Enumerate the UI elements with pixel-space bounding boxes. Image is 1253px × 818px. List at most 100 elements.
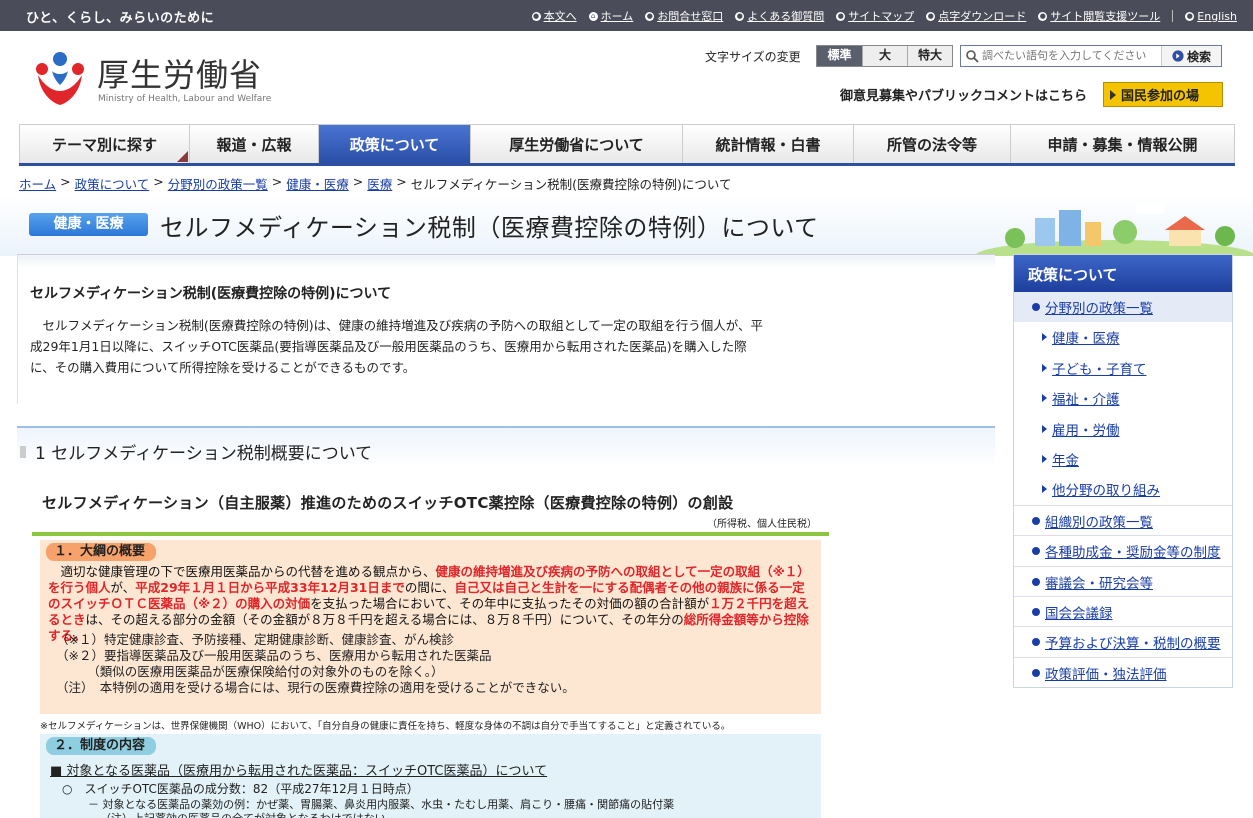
- bullet-icon: ●: [1185, 11, 1195, 21]
- sidebar-item-diet-records[interactable]: 国会会議録: [1014, 596, 1232, 626]
- breadcrumb-home[interactable]: ホーム: [19, 174, 56, 193]
- triangle-bullet-icon: [1042, 333, 1047, 341]
- faq-link[interactable]: ● よくある御質問: [735, 8, 824, 24]
- nav-press-label: 報道・広報: [216, 135, 292, 154]
- nav-policy-label: 政策について: [349, 135, 440, 154]
- circle-bullet-icon: [1032, 546, 1040, 555]
- triangle-bullet-icon: [1042, 485, 1047, 493]
- sidebar-item-grants[interactable]: 各種助成金・奨励金等の制度: [1014, 535, 1232, 565]
- breadcrumb-health[interactable]: 健康・医療: [286, 174, 349, 193]
- sidebar-item-budget[interactable]: 予算および決算・税制の概要: [1014, 626, 1232, 656]
- sidebar-heading[interactable]: 政策について: [1014, 255, 1232, 292]
- intro-paragraph: セルフメディケーション税制(医療費控除の特例)は、健康の維持増進及び疾病の予防へ…: [30, 318, 764, 375]
- breadcrumb-medical[interactable]: 医療: [367, 174, 392, 193]
- breadcrumb-current: セルフメディケーション税制(医療費控除の特例)について: [410, 177, 732, 192]
- circle-bullet-icon: [1032, 577, 1040, 586]
- font-size-standard-button[interactable]: 標準: [817, 46, 862, 66]
- bullet-icon: ●: [926, 11, 936, 21]
- circle-bullet-icon: [1032, 668, 1040, 677]
- public-comment-text: 御意見募集やパブリックコメントはこちら: [840, 89, 1088, 104]
- nav-press[interactable]: 報道・広報: [189, 124, 318, 163]
- nav-statistics[interactable]: 統計情報・白書: [682, 124, 853, 163]
- nav-applications-label: 申請・募集・情報公開: [1047, 135, 1198, 154]
- figure-title: セルフメディケーション（自主服薬）推進のためのスイッチOTC薬控除（医療費控除の…: [42, 494, 734, 512]
- sidebar-item-pension[interactable]: 年金: [1014, 444, 1232, 474]
- home-link[interactable]: ⌂ ホーム: [588, 8, 633, 24]
- font-size-label: 文字サイズの変更: [705, 50, 801, 64]
- sidebar-item-policy-list[interactable]: 分野別の政策一覧: [1014, 292, 1232, 322]
- sidebar-item-employment[interactable]: 雇用・労働: [1014, 414, 1232, 444]
- overview-figure: セルフメディケーション（自主服薬）推進のためのスイッチOTC薬控除（医療費控除の…: [32, 482, 829, 818]
- sidebar-item-by-organization[interactable]: 組織別の政策一覧: [1014, 505, 1232, 535]
- public-participation-button[interactable]: 国民参加の場: [1103, 82, 1223, 107]
- figure-subtitle: （所得税、個人住民税）: [707, 519, 817, 530]
- site-logo-text: 厚生労働省: [97, 56, 263, 94]
- bullet-icon: ●: [836, 11, 846, 21]
- town-illustration-icon: [975, 204, 1253, 256]
- outline-box: １．大綱の概要 適切な健康管理の下で医療用医薬品からの代替を進める観点から、健康…: [40, 540, 821, 714]
- circle-bullet-icon: [1032, 516, 1040, 525]
- sidebar-item-welfare[interactable]: 福祉・介護: [1014, 383, 1232, 413]
- nav-statistics-label: 統計情報・白書: [715, 135, 821, 154]
- bullet-icon: ●: [645, 11, 655, 21]
- figure-rule: [32, 532, 829, 536]
- page-title-bar: 健康・医療 セルフメディケーション税制（医療費控除の特例）について: [0, 196, 1253, 256]
- outline-label: １．大綱の概要: [46, 543, 156, 561]
- search-button[interactable]: 検索: [1161, 46, 1221, 66]
- triangle-bullet-icon: [1042, 394, 1047, 402]
- sidebar-item-other-fields[interactable]: 他分野の取り組み: [1014, 474, 1232, 504]
- public-participation-label: 国民参加の場: [1121, 89, 1200, 104]
- divider: [1172, 10, 1174, 22]
- nav-laws[interactable]: 所管の法令等: [853, 124, 1010, 163]
- nav-theme[interactable]: テーマ別に探す: [19, 124, 189, 163]
- sidebar-item-councils[interactable]: 審議会・研究会等: [1014, 566, 1232, 596]
- sidebar-item-evaluation[interactable]: 政策評価・独法評価: [1014, 657, 1232, 687]
- nav-applications[interactable]: 申請・募集・情報公開: [1010, 124, 1235, 163]
- sitemap-link[interactable]: ● サイトマップ: [836, 8, 914, 24]
- target-drugs-note: （注）上記薬効の医薬品の全てが対象となるわけではない: [100, 810, 386, 818]
- arrow-right-icon: [1110, 89, 1116, 100]
- font-size-large-button[interactable]: 大: [862, 46, 907, 66]
- nav-policy[interactable]: 政策について: [318, 124, 470, 163]
- who-definition-note: ※セルフメディケーションは、世界保健機関（WHO）において、「自分自身の健康に責…: [40, 721, 731, 732]
- breadcrumb: ホーム > 政策について > 分野別の政策一覧 > 健康・医療 > 医療 > セルフメディ…: [19, 174, 732, 193]
- circle-bullet-icon: [1032, 303, 1040, 311]
- triangle-bullet-icon: [1042, 364, 1047, 372]
- search-button-label: 検索: [1186, 49, 1211, 64]
- breadcrumb-policy[interactable]: 政策について: [75, 174, 150, 193]
- category-badge: 健康・医療: [29, 213, 148, 236]
- outline-notes: （※１）特定健康診査、予防接種、定期健康診断、健康診査、がん検診 （※２）要指導…: [56, 632, 575, 695]
- main-content: セルフメディケーション税制(医療費控除の特例)について セルフメディケーション税…: [17, 254, 995, 404]
- braille-download-link[interactable]: ● 点字ダウンロード: [926, 8, 1026, 24]
- site-search: 検索: [960, 45, 1222, 67]
- skip-to-content-link[interactable]: ● 本文へ: [531, 8, 577, 24]
- section-heading: 1 セルフメディケーション税制概要について: [17, 426, 995, 468]
- circle-bullet-icon: [1032, 607, 1040, 616]
- dropdown-corner-icon: [177, 151, 188, 162]
- section-title: セルフメディケーション税制(医療費控除の特例)について: [30, 286, 392, 302]
- font-size-switcher: 標準 大 特大: [816, 45, 953, 67]
- site-logo-english: Ministry of Health, Labour and Welfare: [98, 94, 272, 104]
- triangle-bullet-icon: [1042, 455, 1047, 463]
- utility-links: ● 本文へ ⌂ ホーム ● お問合せ窓口 ● よくある御質問 ● サイトマップ ● 点字ダウ…: [531, 8, 1237, 24]
- bullet-icon: ●: [735, 11, 745, 21]
- accessibility-tool-link[interactable]: ● サイト閲覧支援ツール: [1038, 8, 1160, 24]
- nav-laws-label: 所管の法令等: [886, 135, 977, 154]
- sidebar-item-children[interactable]: 子ども・子育て: [1014, 353, 1232, 383]
- bullet-icon: ●: [531, 11, 541, 21]
- font-size-xlarge-button[interactable]: 特大: [907, 46, 952, 66]
- contact-link[interactable]: ● お問合せ窓口: [645, 8, 723, 24]
- system-content-label: ２．制度の内容: [46, 737, 156, 755]
- breadcrumb-policy-list[interactable]: 分野別の政策一覧: [168, 174, 268, 193]
- sidebar-item-health[interactable]: 健康・医療: [1014, 322, 1232, 352]
- heading-marker-icon: [20, 446, 26, 458]
- bullet-icon: ●: [1038, 11, 1048, 21]
- global-navigation: テーマ別に探す 報道・広報 政策について 厚生労働省について 統計情報・白書 所…: [19, 124, 1235, 166]
- search-input[interactable]: [982, 50, 1152, 62]
- nav-about[interactable]: 厚生労働省について: [470, 124, 682, 163]
- tagline: ひと、くらし、みらいのために: [26, 11, 215, 26]
- mhlw-logo-icon[interactable]: [30, 45, 90, 107]
- english-link[interactable]: ● English: [1185, 8, 1237, 24]
- content-top-border: [18, 255, 995, 269]
- search-button-icon: [1172, 50, 1184, 62]
